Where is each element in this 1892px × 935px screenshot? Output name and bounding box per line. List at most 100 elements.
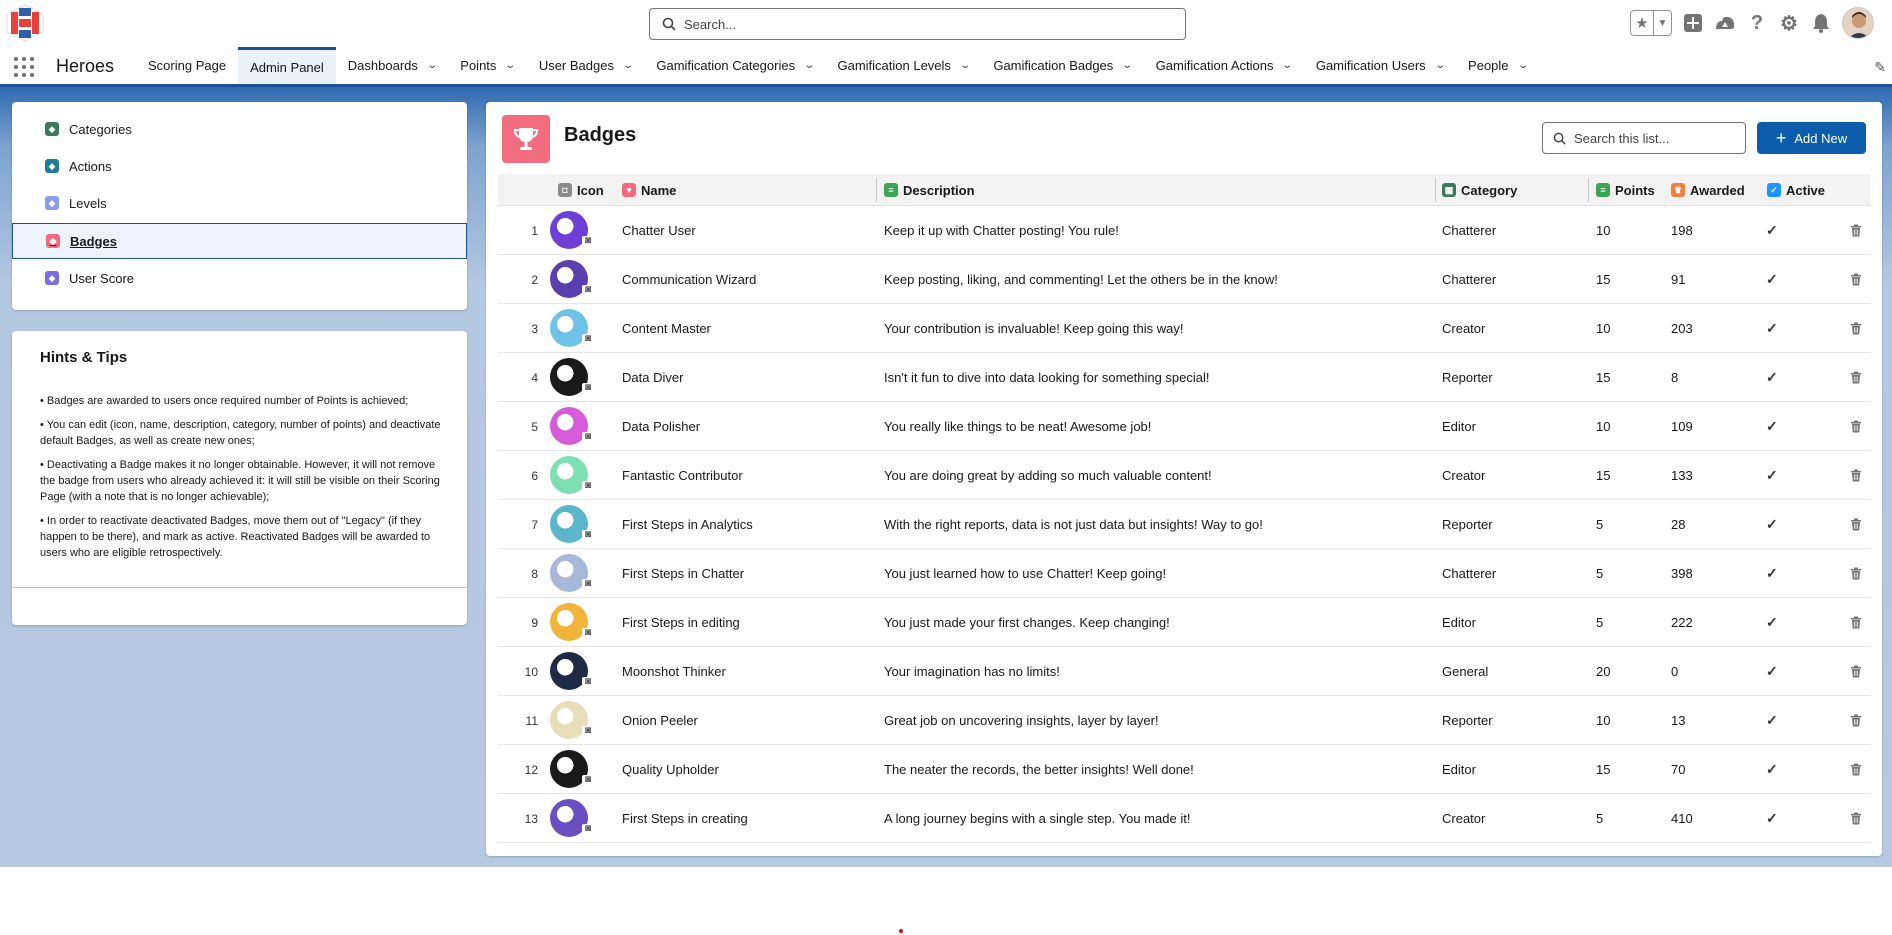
camera-icon[interactable]: ◙ <box>582 628 594 638</box>
table-row[interactable]: 2 ◙ Communication Wizard Keep posting, liki… <box>498 255 1871 304</box>
active-check-icon[interactable]: ✓ <box>1766 304 1778 353</box>
camera-icon[interactable]: ◙ <box>582 530 594 540</box>
favorites-dropdown-icon[interactable]: ▼ <box>1653 11 1671 35</box>
active-check-icon[interactable]: ✓ <box>1766 647 1778 696</box>
nav-tab-scoring-page[interactable]: Scoring Page <box>136 47 238 84</box>
camera-icon[interactable]: ◙ <box>582 481 594 491</box>
table-row[interactable]: 8 ◙ First Steps in Chatter You just learned… <box>498 549 1871 598</box>
camera-icon[interactable]: ◙ <box>582 334 594 344</box>
table-row[interactable]: 11 ◙ Onion Peeler Great job on uncovering i… <box>498 696 1871 745</box>
chevron-down-icon[interactable]: ⌄ <box>1122 60 1134 71</box>
table-row[interactable]: 3 ◙ Content Master Your contribution is inv… <box>498 304 1871 353</box>
camera-icon[interactable]: ◙ <box>582 383 594 393</box>
active-check-icon[interactable]: ✓ <box>1766 353 1778 402</box>
active-check-icon[interactable]: ✓ <box>1766 549 1778 598</box>
column-header-awarded[interactable]: ♛ Awarded <box>1671 174 1745 206</box>
camera-icon[interactable]: ◙ <box>582 236 594 246</box>
chevron-down-icon[interactable]: ⌄ <box>1282 60 1294 71</box>
delete-trash-icon[interactable] <box>1850 647 1862 696</box>
camera-icon[interactable]: ◙ <box>582 432 594 442</box>
favorites-group[interactable]: ★ ▼ <box>1630 10 1672 36</box>
column-header-category[interactable]: ▦ Category <box>1442 174 1517 206</box>
delete-trash-icon[interactable] <box>1850 353 1862 402</box>
table-row[interactable]: 13 ◙ First Steps in creating A long journey… <box>498 794 1871 843</box>
nav-tab-admin-panel[interactable]: Admin Panel <box>238 47 336 84</box>
sidebar-item-badges[interactable]: ◆ Badges <box>12 223 467 259</box>
chevron-down-icon[interactable]: ⌄ <box>622 60 634 71</box>
column-resize-handle[interactable] <box>876 178 877 202</box>
sidebar-item-actions[interactable]: ◆ Actions <box>12 148 467 184</box>
camera-icon[interactable]: ◙ <box>582 775 594 785</box>
favorites-star-icon[interactable]: ★ <box>1631 11 1653 35</box>
delete-trash-icon[interactable] <box>1850 500 1862 549</box>
sidebar-item-levels[interactable]: ◆ Levels <box>12 185 467 221</box>
delete-trash-icon[interactable] <box>1850 304 1862 353</box>
chevron-down-icon[interactable]: ⌄ <box>959 60 971 71</box>
active-check-icon[interactable]: ✓ <box>1766 598 1778 647</box>
chevron-down-icon[interactable]: ⌄ <box>505 60 517 71</box>
chevron-down-icon[interactable]: ⌄ <box>803 60 815 71</box>
delete-trash-icon[interactable] <box>1850 549 1862 598</box>
nav-tab-points[interactable]: Points ⌄ <box>448 47 527 84</box>
active-check-icon[interactable]: ✓ <box>1766 255 1778 304</box>
nav-tab-people[interactable]: People ⌄ <box>1456 47 1539 84</box>
column-resize-handle[interactable] <box>1588 178 1589 202</box>
table-row[interactable]: 7 ◙ First Steps in Analytics With the right… <box>498 500 1871 549</box>
chevron-down-icon[interactable]: ⌄ <box>1434 60 1446 71</box>
column-header-description[interactable]: ≡ Description <box>884 174 975 206</box>
delete-trash-icon[interactable] <box>1850 255 1862 304</box>
app-launcher-icon[interactable] <box>14 57 34 77</box>
camera-icon[interactable]: ◙ <box>582 579 594 589</box>
sidebar-item-user-score[interactable]: ◆ User Score <box>12 260 467 296</box>
delete-trash-icon[interactable] <box>1850 206 1862 255</box>
column-header-icon[interactable]: ◘ Icon <box>558 174 604 206</box>
active-check-icon[interactable]: ✓ <box>1766 500 1778 549</box>
help-icon[interactable]: ? <box>1746 12 1768 34</box>
trailhead-icon[interactable] <box>1714 12 1736 34</box>
nav-tab-gamification-badges[interactable]: Gamification Badges ⌄ <box>981 47 1143 84</box>
user-avatar[interactable] <box>1842 7 1874 39</box>
list-search-input[interactable]: Search this list... <box>1542 122 1746 154</box>
delete-trash-icon[interactable] <box>1850 794 1862 843</box>
table-row[interactable]: 10 ◙ Moonshot Thinker Your imagination has … <box>498 647 1871 696</box>
delete-trash-icon[interactable] <box>1850 451 1862 500</box>
nav-tab-user-badges[interactable]: User Badges ⌄ <box>527 47 645 84</box>
notifications-bell-icon[interactable] <box>1810 12 1832 34</box>
delete-trash-icon[interactable] <box>1850 598 1862 647</box>
sidebar-item-categories[interactable]: ◆ Categories <box>12 111 467 147</box>
table-row[interactable]: 6 ◙ Fantastic Contributor You are doing gre… <box>498 451 1871 500</box>
active-check-icon[interactable]: ✓ <box>1766 794 1778 843</box>
column-resize-handle[interactable] <box>1435 178 1436 202</box>
active-check-icon[interactable]: ✓ <box>1766 745 1778 794</box>
table-row[interactable]: 9 ◙ First Steps in editing You just made yo… <box>498 598 1871 647</box>
active-check-icon[interactable]: ✓ <box>1766 206 1778 255</box>
nav-tab-gamification-levels[interactable]: Gamification Levels ⌄ <box>825 47 981 84</box>
table-row[interactable]: 5 ◙ Data Polisher You really like things to… <box>498 402 1871 451</box>
delete-trash-icon[interactable] <box>1850 696 1862 745</box>
table-row[interactable]: 4 ◙ Data Diver Isn't it fun to dive into da… <box>498 353 1871 402</box>
nav-tab-gamification-categories[interactable]: Gamification Categories ⌄ <box>644 47 825 84</box>
global-search-input[interactable]: Search... <box>649 8 1186 40</box>
delete-trash-icon[interactable] <box>1850 745 1862 794</box>
camera-icon[interactable]: ◙ <box>582 824 594 834</box>
camera-icon[interactable]: ◙ <box>582 285 594 295</box>
active-check-icon[interactable]: ✓ <box>1766 451 1778 500</box>
table-row[interactable]: 12 ◙ Quality Upholder The neater the record… <box>498 745 1871 794</box>
active-check-icon[interactable]: ✓ <box>1766 696 1778 745</box>
add-new-button[interactable]: + Add New <box>1757 122 1866 154</box>
heroes-logo-icon[interactable] <box>4 4 46 42</box>
edit-nav-pencil-icon[interactable]: ✎ <box>1874 59 1886 76</box>
column-header-name[interactable]: ♥ Name <box>622 174 676 206</box>
camera-icon[interactable]: ◙ <box>582 726 594 736</box>
column-header-active[interactable]: ✓ Active <box>1767 174 1825 206</box>
column-header-points[interactable]: ≡ Points <box>1596 174 1655 206</box>
setup-gear-icon[interactable]: ⚙ <box>1778 12 1800 35</box>
chevron-down-icon[interactable]: ⌄ <box>1517 60 1529 71</box>
active-check-icon[interactable]: ✓ <box>1766 402 1778 451</box>
chevron-down-icon[interactable]: ⌄ <box>426 60 438 71</box>
nav-tab-gamification-actions[interactable]: Gamification Actions ⌄ <box>1144 47 1304 84</box>
table-row[interactable]: 1 ◙ Chatter User Keep it up with Chatter po… <box>498 206 1871 255</box>
delete-trash-icon[interactable] <box>1850 402 1862 451</box>
add-icon[interactable] <box>1682 12 1704 34</box>
nav-tab-gamification-users[interactable]: Gamification Users ⌄ <box>1304 47 1456 84</box>
